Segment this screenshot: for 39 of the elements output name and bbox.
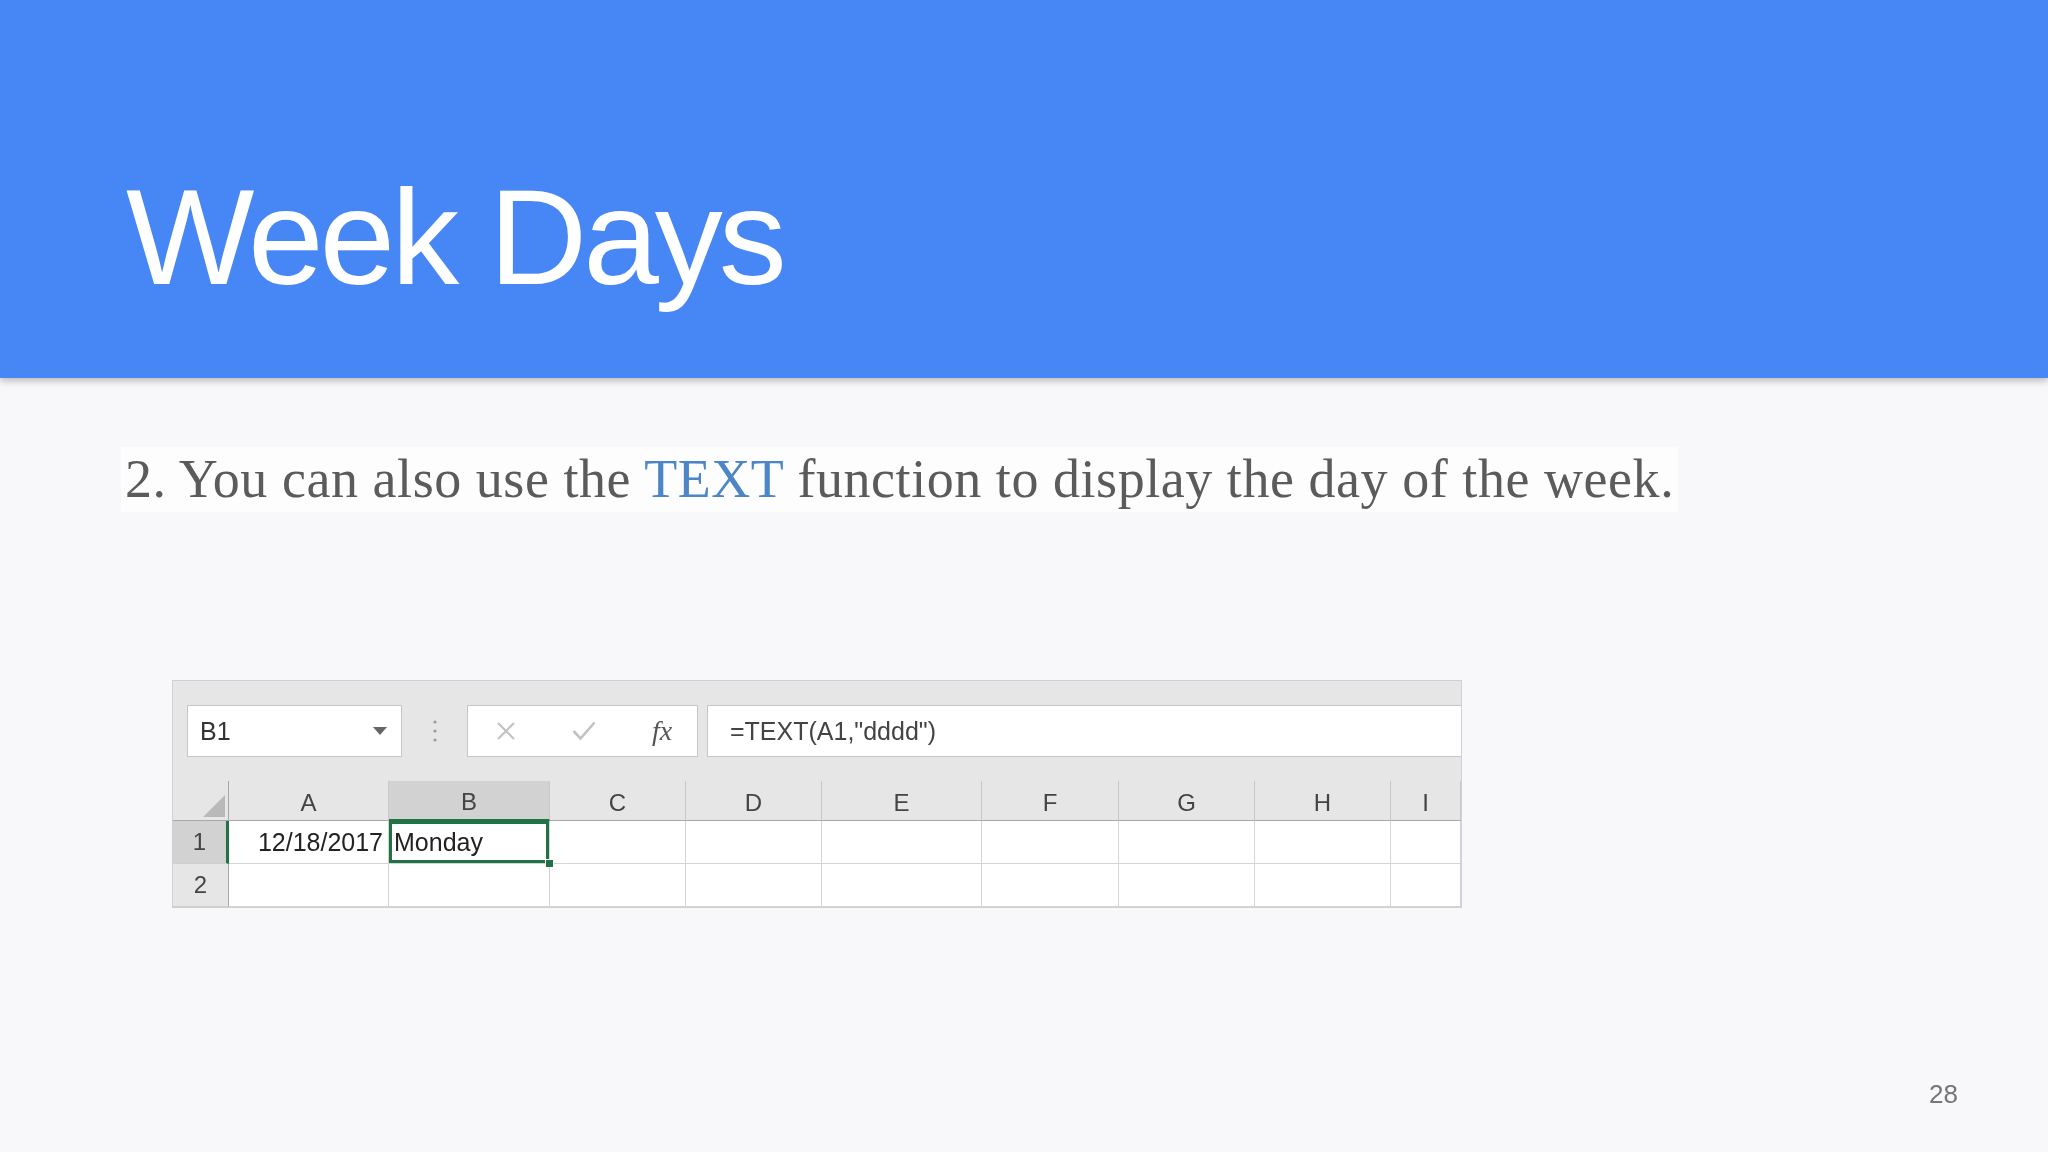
slide-title: Week Days [126,160,784,315]
column-header[interactable]: F [982,781,1119,821]
sheet-cell[interactable]: 12/18/2017 [229,821,389,864]
sheet-cell[interactable] [822,821,982,864]
sheet-cell[interactable] [1391,821,1461,864]
sheet-cell[interactable] [1255,864,1391,907]
x-icon [496,721,516,741]
name-box[interactable]: B1 [187,705,402,757]
body-text: 2. You can also use the TEXT function to display the day of the week. [121,447,1679,512]
sheet-cell[interactable] [1119,864,1255,907]
corner-triangle-icon[interactable] [203,795,225,817]
sheet-cell[interactable] [229,864,389,907]
column-header[interactable]: I [1391,781,1461,821]
column-header[interactable]: A [229,781,389,821]
check-icon [572,721,596,741]
sheet-cell[interactable] [550,864,686,907]
sheet-cell[interactable] [550,821,686,864]
sheet-cell[interactable] [982,864,1119,907]
page-number: 28 [1929,1079,1958,1110]
caret-icon [373,727,387,735]
sheet-cell[interactable] [686,821,822,864]
column-header[interactable]: H [1255,781,1391,821]
sheet-cell[interactable] [822,864,982,907]
column-header[interactable]: D [686,781,822,821]
sheet-cell[interactable] [686,864,822,907]
row-header[interactable]: 2 [173,864,229,907]
sheet-cell[interactable] [1119,821,1255,864]
sheet-cell[interactable] [982,821,1119,864]
column-header[interactable]: C [550,781,686,821]
insert-function-button[interactable]: fx [642,711,682,751]
column-header[interactable]: G [1119,781,1255,821]
sheet-cell[interactable] [1391,864,1461,907]
fill-handle-icon[interactable] [545,859,554,868]
sheet-cell[interactable] [1255,821,1391,864]
sheet-cell[interactable] [389,864,550,907]
column-header[interactable]: B [389,781,550,821]
formula-field[interactable]: =TEXT(A1,"dddd") [707,705,1461,757]
row-header[interactable]: 1 [173,821,229,864]
column-header[interactable]: E [822,781,982,821]
